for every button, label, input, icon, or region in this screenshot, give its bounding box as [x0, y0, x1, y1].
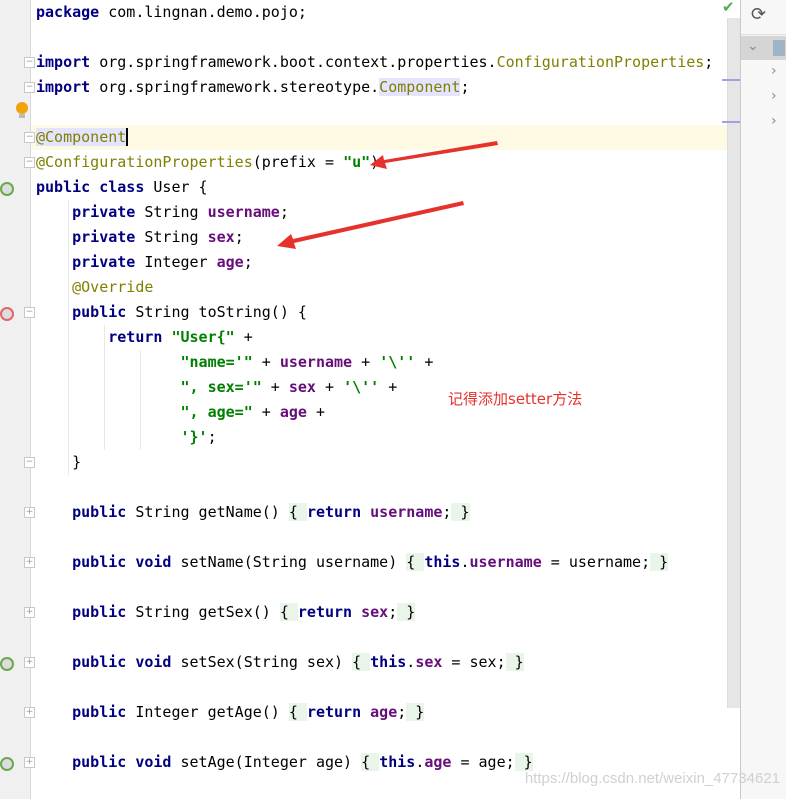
annotation-arrows: [277, 141, 498, 249]
fold-toggle-icon[interactable]: +: [24, 507, 35, 518]
watermark: https://blog.csdn.net/weixin_47734621: [524, 770, 780, 787]
fold-toggle-icon[interactable]: +: [24, 657, 35, 668]
fold-toggle-icon[interactable]: +: [24, 557, 35, 568]
fold-toggle-icon[interactable]: +: [24, 707, 35, 718]
fold-toggle-icon[interactable]: −: [24, 457, 35, 468]
fold-toggle-icon[interactable]: −: [24, 307, 35, 318]
red-arrow: [277, 201, 464, 249]
red-arrow: [370, 141, 498, 169]
annotation-note: 记得添加setter方法: [448, 390, 583, 408]
fold-toggle-icon[interactable]: −: [24, 132, 35, 143]
fold-toggle-icon[interactable]: −: [24, 57, 35, 68]
fold-toggle-icon[interactable]: +: [24, 757, 35, 768]
fold-toggle-icon[interactable]: −: [24, 157, 35, 168]
fold-toggle-icon[interactable]: −: [24, 82, 35, 93]
fold-toggle-icon[interactable]: +: [24, 607, 35, 618]
